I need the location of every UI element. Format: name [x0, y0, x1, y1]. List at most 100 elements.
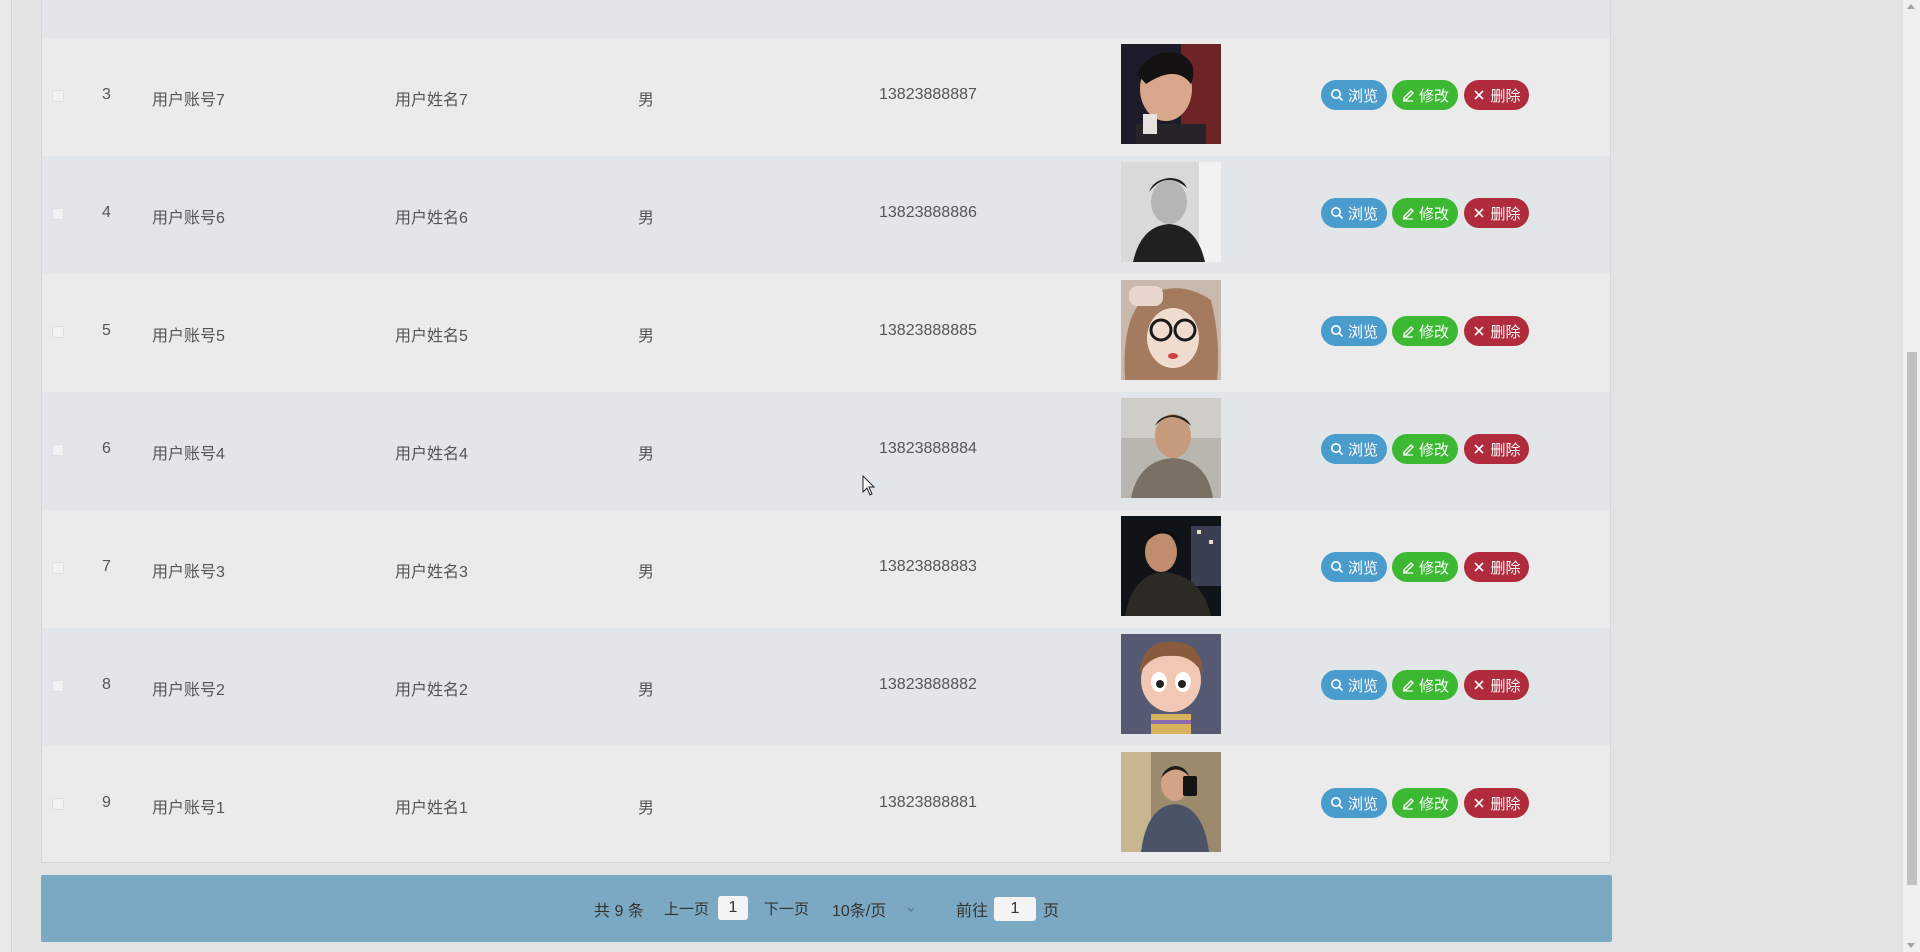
table-row: 7 用户账号3 用户姓名3 男 13823888883 浏览 修改 删除	[42, 510, 1610, 628]
edit-button[interactable]: 修改	[1392, 316, 1458, 346]
avatar	[1121, 44, 1221, 144]
delete-label: 删除	[1490, 87, 1521, 105]
edit-icon	[1402, 90, 1414, 102]
user-account: 用户账号7	[152, 92, 225, 109]
table-row: 5 用户账号5 用户姓名5 男 13823888885 浏览 修改 删除	[42, 274, 1610, 392]
view-label: 浏览	[1347, 87, 1378, 105]
delete-button[interactable]: 删除	[1464, 434, 1529, 464]
goto-label: 前往	[956, 902, 989, 920]
view-label: 浏览	[1347, 677, 1378, 695]
edit-icon	[1402, 326, 1414, 338]
delete-button[interactable]: 删除	[1464, 788, 1529, 818]
user-name: 用户姓名6	[395, 210, 468, 227]
user-phone: 13823888885	[879, 322, 977, 339]
prev-page-button[interactable]: 上一页	[664, 875, 709, 942]
user-account: 用户账号1	[152, 800, 225, 817]
user-account: 用户账号3	[152, 564, 225, 581]
avatar	[1121, 752, 1221, 852]
edit-button[interactable]: 修改	[1392, 552, 1458, 582]
pagination-bar: 共 9 条 上一页 1 下一页 10条/页 前往 1 页	[41, 875, 1612, 942]
avatar	[1121, 162, 1221, 262]
search-icon	[1330, 561, 1344, 574]
view-button[interactable]: 浏览	[1321, 198, 1387, 228]
user-name: 用户姓名3	[395, 564, 468, 581]
goto-page-input[interactable]: 1	[994, 897, 1036, 921]
delete-button[interactable]: 删除	[1464, 80, 1529, 110]
view-label: 浏览	[1347, 205, 1378, 223]
user-name: 用户姓名5	[395, 328, 468, 345]
row-checkbox[interactable]	[52, 90, 64, 102]
close-icon	[1474, 90, 1485, 100]
vertical-scrollbar[interactable]	[1902, 0, 1920, 952]
search-icon	[1330, 679, 1344, 692]
row-checkbox[interactable]	[52, 680, 64, 692]
search-icon	[1330, 89, 1344, 102]
user-name: 用户姓名1	[395, 800, 468, 817]
view-button[interactable]: 浏览	[1321, 552, 1387, 582]
row-checkbox[interactable]	[52, 444, 64, 456]
row-checkbox[interactable]	[52, 208, 64, 220]
edit-label: 修改	[1418, 205, 1449, 223]
view-button[interactable]: 浏览	[1321, 434, 1387, 464]
user-name: 用户姓名4	[395, 446, 468, 463]
current-page[interactable]: 1	[718, 896, 748, 920]
user-gender: 男	[638, 564, 655, 581]
delete-button[interactable]: 删除	[1464, 552, 1529, 582]
row-index: 8	[102, 676, 111, 693]
delete-button[interactable]: 删除	[1464, 670, 1529, 700]
close-icon	[1474, 562, 1485, 572]
close-icon	[1474, 326, 1485, 336]
avatar	[1121, 280, 1221, 380]
total-count: 共 9 条	[594, 902, 644, 920]
view-button[interactable]: 浏览	[1321, 80, 1387, 110]
next-page-button[interactable]: 下一页	[764, 875, 809, 942]
user-phone: 13823888882	[879, 676, 977, 693]
user-phone: 13823888887	[879, 86, 977, 103]
table-row: 6 用户账号4 用户姓名4 男 13823888884 浏览 修改 删除	[42, 392, 1610, 510]
view-button[interactable]: 浏览	[1321, 316, 1387, 346]
row-index: 3	[102, 86, 111, 103]
view-button[interactable]: 浏览	[1321, 670, 1387, 700]
edit-label: 修改	[1418, 441, 1449, 459]
user-phone: 13823888886	[879, 204, 977, 221]
row-index: 9	[102, 794, 111, 811]
table-row: 9 用户账号1 用户姓名1 男 13823888881 浏览 修改 删除	[42, 746, 1610, 862]
page-size-select[interactable]: 10条/页	[832, 875, 916, 942]
edit-button[interactable]: 修改	[1392, 80, 1458, 110]
delete-label: 删除	[1490, 323, 1521, 341]
user-phone: 13823888881	[879, 794, 977, 811]
edit-button[interactable]: 修改	[1392, 670, 1458, 700]
view-label: 浏览	[1347, 323, 1378, 341]
scrollbar-thumb[interactable]	[1907, 352, 1917, 885]
delete-label: 删除	[1490, 795, 1521, 813]
close-icon	[1474, 444, 1485, 454]
view-button[interactable]: 浏览	[1321, 788, 1387, 818]
edit-button[interactable]: 修改	[1392, 198, 1458, 228]
user-account: 用户账号4	[152, 446, 225, 463]
table-row-partial	[42, 0, 1610, 38]
user-gender: 男	[638, 92, 655, 109]
search-icon	[1330, 797, 1344, 810]
close-icon	[1474, 680, 1485, 690]
row-index: 7	[102, 558, 111, 575]
row-checkbox[interactable]	[52, 326, 64, 338]
search-icon	[1330, 207, 1344, 220]
edit-button[interactable]: 修改	[1392, 434, 1458, 464]
scroll-down-icon[interactable]	[1907, 943, 1915, 948]
delete-label: 删除	[1490, 205, 1521, 223]
user-account: 用户账号5	[152, 328, 225, 345]
edit-label: 修改	[1418, 559, 1449, 577]
page-size-value: 10条/页	[832, 902, 887, 920]
row-checkbox[interactable]	[52, 798, 64, 810]
edit-icon	[1402, 208, 1414, 220]
row-checkbox[interactable]	[52, 562, 64, 574]
delete-label: 删除	[1490, 677, 1521, 695]
user-gender: 男	[638, 682, 655, 699]
delete-button[interactable]: 删除	[1464, 316, 1529, 346]
scroll-up-icon[interactable]	[1907, 4, 1915, 9]
close-icon	[1474, 208, 1485, 218]
table-row: 3 用户账号7 用户姓名7 男 13823888887 浏览 修改 删除	[42, 38, 1610, 156]
delete-button[interactable]: 删除	[1464, 198, 1529, 228]
left-sidebar-edge	[0, 0, 12, 952]
edit-button[interactable]: 修改	[1392, 788, 1458, 818]
